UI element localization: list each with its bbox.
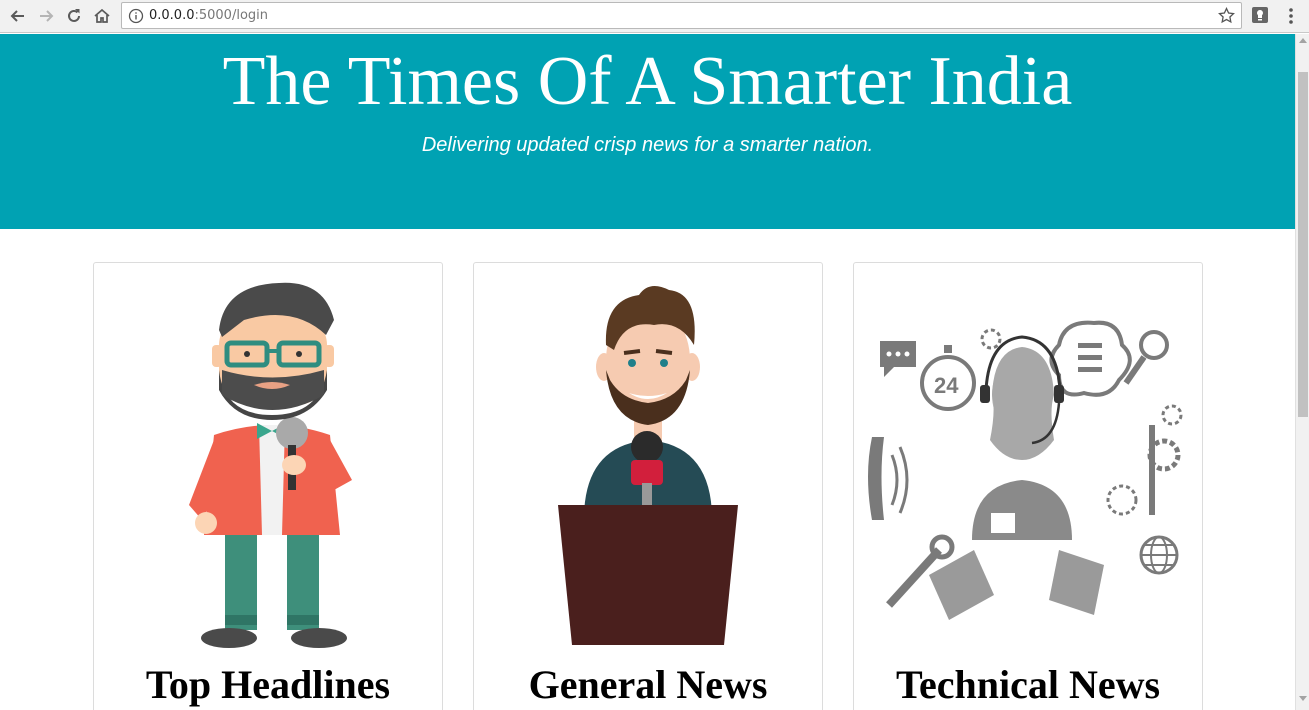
back-button[interactable] xyxy=(6,4,30,28)
site-tagline: Delivering updated crisp news for a smar… xyxy=(421,134,874,156)
bookmark-star-icon[interactable] xyxy=(1218,7,1235,24)
card-top-headlines[interactable]: Top Headlines xyxy=(93,262,443,710)
site-title: The Times Of A Smarter India xyxy=(222,43,1073,120)
extension-icon[interactable] xyxy=(1251,6,1269,24)
home-button[interactable] xyxy=(90,4,114,28)
url-text: 0.0.0.0:5000/login xyxy=(149,8,268,23)
page-scrollbar[interactable] xyxy=(1295,34,1309,710)
url-path: :5000/login xyxy=(194,8,268,23)
hero-banner: The Times Of A Smarter India Delivering … xyxy=(0,34,1295,229)
card-general-news[interactable]: General News xyxy=(473,262,823,710)
scroll-down-arrow-icon[interactable] xyxy=(1299,696,1307,701)
url-host: 0.0.0.0 xyxy=(149,8,195,23)
address-bar[interactable]: 0.0.0.0:5000/login xyxy=(121,2,1242,29)
info-icon[interactable] xyxy=(128,8,144,24)
scroll-thumb[interactable] xyxy=(1298,72,1308,417)
card-technical-news[interactable]: 24 Technical News xyxy=(853,262,1203,710)
reporter-illustration xyxy=(189,282,352,648)
scroll-up-arrow-icon[interactable] xyxy=(1299,38,1307,43)
card-title: Top Headlines xyxy=(145,662,391,707)
menu-kebab-icon[interactable] xyxy=(1282,6,1300,26)
tech-support-illustration: 24 xyxy=(868,320,1183,620)
browser-toolbar: 0.0.0.0:5000/login xyxy=(0,0,1309,33)
news-anchor-illustration xyxy=(558,286,738,645)
back-arrow-icon xyxy=(10,10,24,22)
home-icon xyxy=(94,8,110,23)
reload-button[interactable] xyxy=(62,4,86,28)
forward-arrow-icon xyxy=(40,10,54,22)
page-viewport: The Times Of A Smarter India Delivering … xyxy=(0,34,1295,710)
reload-icon xyxy=(68,9,80,22)
card-title: Technical News xyxy=(895,662,1161,707)
forward-button[interactable] xyxy=(34,4,58,28)
card-title: General News xyxy=(528,662,768,707)
clock-24-label: 24 xyxy=(934,373,959,398)
